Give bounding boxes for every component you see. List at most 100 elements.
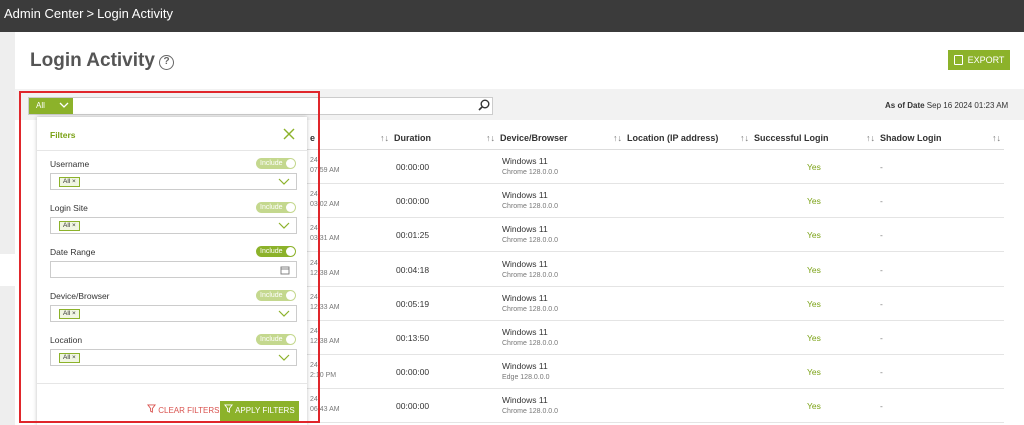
scope-dropdown[interactable]: All (29, 98, 73, 114)
cell-shadow-login: - (880, 298, 883, 309)
cell-browser: Edge 128.0.0.0 (502, 374, 550, 382)
sort-icon[interactable]: ↑↓ (486, 133, 495, 143)
filter-label: Login Site (50, 203, 88, 213)
table-row[interactable]: 24 2:10 PM 00:00:00 Windows 11 Edge 128.0.0.… (300, 355, 1004, 390)
filter-icon (224, 404, 234, 413)
left-sidebar-strip (0, 32, 15, 425)
filter-select[interactable]: All × (50, 173, 297, 190)
chevron-down-icon (278, 310, 290, 317)
cell-duration: 00:00:00 (396, 162, 430, 172)
filter-select[interactable]: All × (50, 217, 297, 234)
chevron-down-icon (278, 222, 290, 229)
cell-successful-login: Yes (807, 333, 821, 343)
cell-date-time: 24 2:10 PM (310, 362, 337, 380)
include-toggle[interactable]: Include (256, 334, 296, 345)
filter-chip[interactable]: All × (59, 309, 80, 319)
include-toggle[interactable]: Include (256, 158, 296, 169)
filters-title: Filters (50, 130, 76, 140)
table-row[interactable]: 24 12:38 AM 00:13:50 Windows 11 Chrome 128.0… (300, 321, 1004, 355)
cell-duration: 00:13:50 (396, 333, 430, 343)
include-toggle-label: Include (260, 336, 283, 343)
chevron-down-icon (278, 354, 290, 361)
cell-date-time: 24 07:59 AM (310, 157, 340, 174)
breadcrumb-separator: > (86, 6, 95, 21)
breadcrumb-root[interactable]: Admin Center (4, 6, 83, 21)
include-toggle-label: Include (260, 204, 283, 211)
cell-device: Windows 11 (502, 156, 548, 166)
clear-filters-button[interactable]: CLEAR FILTERS (147, 404, 219, 415)
cell-shadow-login: - (880, 162, 883, 172)
cell-date-time: 24 03:02 AM (310, 191, 340, 209)
as-of-date: As of Date Sep 16 2024 01:23 AM (885, 101, 1008, 110)
table-row[interactable]: 24 12:33 AM 00:05:19 Windows 11 Chrome 128.0… (300, 287, 1004, 321)
filter-label: Username (50, 159, 90, 169)
cell-browser: Chrome 128.0.0.0 (502, 271, 559, 279)
filter-select[interactable]: All × (50, 305, 297, 322)
column-header-location[interactable]: ↑↓ Location (IP address) (613, 133, 718, 143)
table-row[interactable]: 24 03:02 AM 00:00:00 Windows 11 Chrome 128.0… (300, 184, 1004, 219)
column-header-date[interactable]: e (310, 133, 315, 143)
cell-browser: Chrome 128.0.0.0 (502, 169, 559, 176)
filters-panel: Filters Username Include All × Login Site In… (37, 117, 307, 425)
table-row[interactable]: 24 06:43 AM 00:00:00 Windows 11 Chrome 128.0… (300, 389, 1004, 424)
cell-successful-login: Yes (807, 298, 821, 309)
cell-date-time: 24 06:43 AM (310, 396, 340, 414)
toggle-knob (286, 203, 295, 212)
table-row[interactable]: 24 03:31 AM 00:01:25 Windows 11 Chrome 128.0… (300, 218, 1004, 253)
cell-successful-login: Yes (807, 196, 821, 207)
column-header-shadow-login[interactable]: ↑↓ Shadow Login (866, 133, 942, 143)
sort-icon[interactable]: ↑↓ (866, 133, 875, 143)
calendar-icon[interactable] (280, 265, 290, 275)
cell-browser: Chrome 128.0.0.0 (502, 203, 559, 211)
sort-icon[interactable]: ↑↓ (992, 133, 1001, 143)
date-range-input[interactable] (50, 261, 297, 278)
chevron-down-icon (278, 178, 290, 185)
cell-device: Windows 11 (502, 361, 548, 372)
cell-date-time: 24 12:38 AM (310, 328, 340, 345)
page-title: Login Activity (30, 50, 155, 71)
apply-filters-button[interactable]: APPLY FILTERS (220, 401, 299, 421)
cell-shadow-login: - (880, 264, 883, 275)
toggle-knob (286, 247, 295, 256)
sort-icon[interactable]: ↑↓ (380, 133, 389, 143)
close-icon[interactable] (283, 128, 295, 140)
as-of-value: Sep 16 2024 01:23 AM (926, 101, 1009, 110)
sort-icon[interactable]: ↑↓ (740, 133, 749, 143)
column-header-device-browser[interactable]: ↑↓ Device/Browser (486, 133, 568, 143)
as-of-label: As of Date (885, 101, 925, 110)
filter-chip[interactable]: All × (59, 221, 80, 231)
include-toggle[interactable]: Include (256, 290, 296, 301)
column-header-successful-login[interactable]: ↑↓ Successful Login (740, 133, 829, 143)
search-input[interactable] (28, 97, 493, 115)
filter-chip[interactable]: All × (59, 353, 80, 363)
clear-filters-label: CLEAR FILTERS (158, 406, 220, 415)
include-toggle[interactable]: Include (256, 246, 296, 257)
cell-duration: 00:00:00 (396, 367, 430, 378)
cell-device: Windows 11 (502, 395, 548, 406)
search-icon[interactable] (477, 98, 491, 112)
include-toggle[interactable]: Include (256, 202, 296, 213)
cell-browser: Chrome 128.0.0.0 (502, 305, 559, 313)
filter-chip[interactable]: All × (59, 177, 80, 187)
filter-select[interactable]: All × (50, 349, 297, 366)
table-row[interactable]: 24 12:38 AM 00:04:18 Windows 11 Chrome 128.0… (300, 253, 1004, 287)
scope-dropdown-value: All (36, 101, 45, 110)
include-toggle-label: Include (260, 160, 283, 167)
column-header-duration[interactable]: ↑↓ Duration (380, 133, 431, 143)
cell-duration: 00:04:18 (396, 264, 430, 275)
table-row[interactable]: 24 07:59 AM 00:00:00 Windows 11 Chrome 128.0… (300, 150, 1004, 184)
cell-duration: 00:00:00 (396, 401, 430, 412)
table-header: e ↑↓ Duration ↑↓ Device/Browser ↑↓ Location… (300, 126, 1004, 150)
cell-browser: Chrome 128.0.0.0 (502, 340, 559, 347)
cell-duration: 00:00:00 (396, 196, 430, 207)
question-circle-icon[interactable]: ? (159, 55, 174, 70)
cell-successful-login: Yes (807, 230, 821, 241)
filters-panel-header: Filters (37, 117, 307, 151)
include-toggle-label: Include (260, 248, 283, 255)
export-button[interactable]: EXPORT (948, 50, 1010, 70)
cell-successful-login: Yes (807, 264, 821, 275)
cell-device: Windows 11 (502, 190, 548, 201)
sort-icon[interactable]: ↑↓ (613, 133, 622, 143)
chevron-down-icon (59, 102, 69, 108)
cell-successful-login: Yes (807, 367, 821, 378)
